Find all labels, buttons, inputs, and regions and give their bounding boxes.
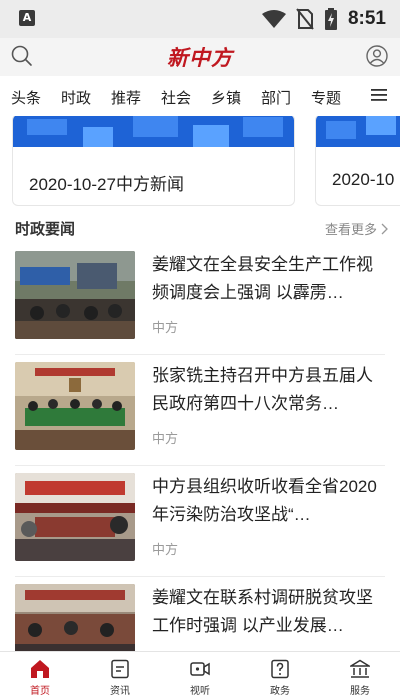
tab-recommended[interactable]: 推荐: [111, 87, 141, 108]
app-logo: 新中方: [167, 45, 233, 70]
tabbar-item-news[interactable]: 资讯: [80, 652, 160, 700]
tabbar-item-government[interactable]: 政务: [240, 652, 320, 700]
carousel-card[interactable]: 2020-10-27中方新闻: [12, 116, 295, 206]
news-icon: [111, 659, 129, 679]
news-headline: 姜耀文在全县安全生产工作视频调度会上强调 以霹雳…: [152, 255, 373, 302]
carousel-card-caption: 2020-10-27中方新闻: [29, 175, 184, 194]
news-item[interactable]: 中方县组织收听收看全省2020年污染防治攻坚战“… 中方: [0, 467, 400, 577]
tab-townships[interactable]: 乡镇: [211, 87, 241, 108]
status-icons: 8:51: [261, 6, 386, 32]
tab-departments[interactable]: 部门: [261, 87, 291, 108]
user-icon[interactable]: [366, 45, 388, 67]
carousel-card-image: [13, 116, 294, 147]
section-header: 时政要闻 查看更多: [0, 210, 400, 244]
news-item[interactable]: 姜耀文在全县安全生产工作视频调度会上强调 以霹雳… 中方: [0, 245, 400, 355]
tab-headlines[interactable]: 头条: [11, 87, 41, 108]
tabbar-label: 视听: [190, 686, 210, 697]
news-source: 中方: [152, 320, 179, 335]
carousel-card-caption: 2020-10: [332, 170, 395, 189]
government-icon: [271, 659, 289, 679]
tabbar-label: 资讯: [110, 686, 130, 697]
news-headline: 张家铣主持召开中方县五届人民政府第四十八次常务…: [152, 366, 373, 413]
clock: 8:51: [347, 8, 386, 29]
news-thumbnail: [15, 362, 135, 450]
news-source: 中方: [152, 431, 179, 446]
video-icon: [190, 662, 210, 676]
wifi-icon: [261, 10, 286, 28]
tabbar-item-service[interactable]: 服务: [320, 652, 400, 700]
notification-app-icon: A: [19, 10, 35, 26]
news-source: 中方: [152, 542, 179, 557]
news-headline: 中方县组织收听收看全省2020年污染防治攻坚战“…: [152, 477, 377, 524]
section-title: 时政要闻: [15, 221, 76, 238]
tab-topics[interactable]: 专题: [311, 87, 341, 108]
carousel-card[interactable]: 2020-10: [315, 116, 400, 206]
news-headline: 姜耀文在联系村调研脱贫攻坚工作时强调 以产业发展…: [152, 588, 373, 635]
hamburger-icon[interactable]: [371, 88, 387, 102]
tabbar-label: 政务: [270, 686, 290, 697]
tabbar-item-video[interactable]: 视听: [160, 652, 240, 700]
home-icon: [31, 660, 49, 678]
tabbar-label: 服务: [350, 686, 370, 697]
divider: [15, 354, 385, 355]
divider: [15, 576, 385, 577]
tab-society[interactable]: 社会: [161, 87, 191, 108]
tab-politics[interactable]: 时政: [61, 87, 91, 108]
tabbar-item-home[interactable]: 首页: [0, 652, 80, 700]
search-icon[interactable]: [11, 45, 33, 67]
view-more-link[interactable]: 查看更多: [325, 219, 388, 238]
category-nav: 头条 时政 推荐 社会 乡镇 部门 专题: [0, 76, 400, 116]
divider: [15, 465, 385, 466]
news-thumbnail: [15, 251, 135, 339]
carousel-card-image: [316, 116, 400, 147]
news-item[interactable]: 张家铣主持召开中方县五届人民政府第四十八次常务… 中方: [0, 356, 400, 466]
no-sim-icon: [296, 8, 314, 30]
bottom-tab-bar: 首页 资讯 视听 政务 服务: [0, 651, 400, 700]
status-bar: A 8:51: [0, 0, 400, 38]
news-thumbnail: [15, 473, 135, 561]
chevron-right-icon: [381, 223, 388, 234]
tabbar-label: 首页: [30, 686, 50, 697]
view-more-label: 查看更多: [324, 222, 377, 237]
featured-carousel[interactable]: 2020-10-27中方新闻 2020-10: [0, 116, 400, 210]
app-header: 新中方: [0, 38, 400, 76]
service-icon: [350, 659, 370, 678]
battery-charging-icon: [324, 8, 337, 30]
